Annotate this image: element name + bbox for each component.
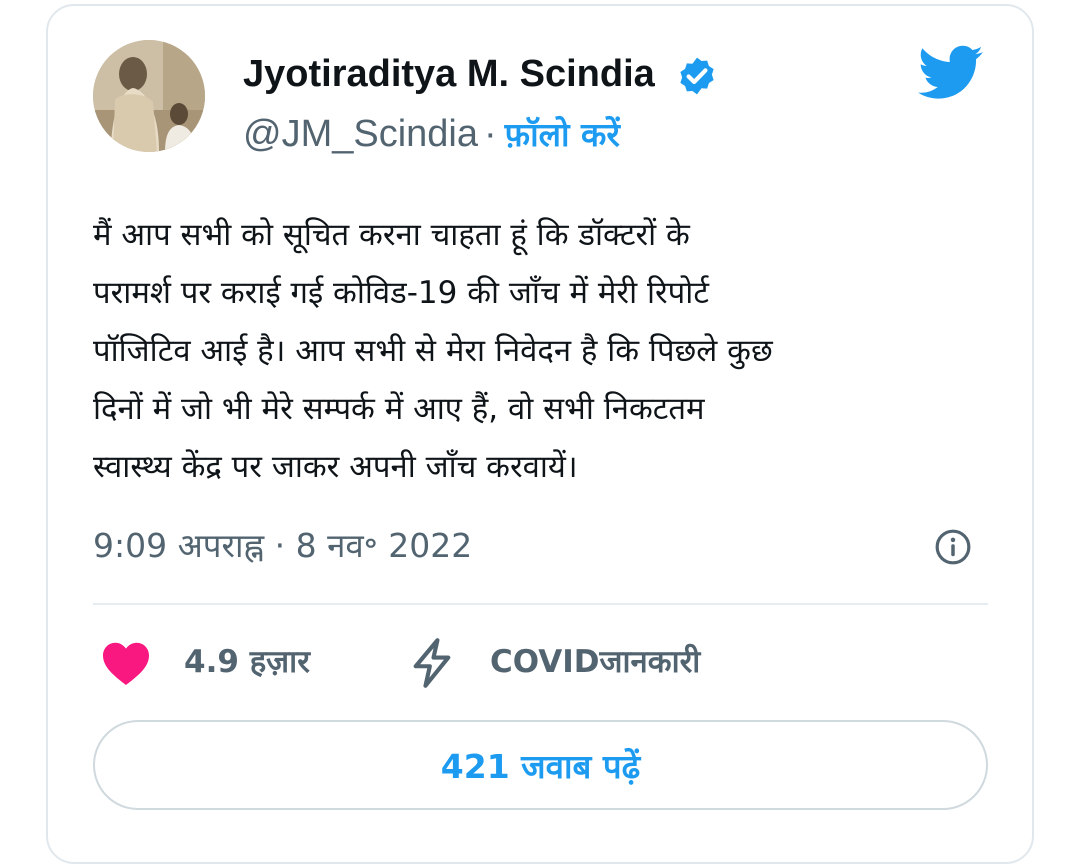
lightning-bolt-icon [413, 638, 451, 688]
twitter-bird-icon[interactable] [918, 44, 984, 102]
tweet-line: पॉजिटिव आई है। आप सभी से मेरा निवेदन है … [93, 333, 773, 369]
author-handle[interactable]: @JM_Scindia [243, 113, 478, 155]
tweet-line: मैं आप सभी को सूचित करना चाहता हूं कि डॉ… [93, 217, 690, 253]
read-replies-label: 421 जवाब पढ़ें [440, 746, 641, 786]
tweet-line: परामर्श पर कराई गई कोविड-19 की जाँच में … [93, 275, 709, 311]
author-meta: @JM_Scindia · फ़ॉलो करें [243, 110, 620, 159]
avatar-photo [93, 40, 205, 152]
verified-badge-icon [680, 57, 714, 95]
covid-topic-link[interactable]: COVIDजानकारी [490, 638, 700, 686]
avatar[interactable] [93, 40, 205, 152]
separator-dot: · [484, 113, 497, 155]
tweet-text: मैं आप सभी को सूचित करना चाहता हूं कि डॉ… [93, 206, 993, 496]
heart-icon[interactable] [100, 640, 152, 686]
tweet-line: दिनों में जो भी मेरे सम्पर्क में आए हैं,… [93, 391, 705, 427]
likes-count[interactable]: 4.9 हज़ार [184, 638, 310, 686]
follow-button[interactable]: फ़ॉलो करें [505, 115, 620, 154]
author-name[interactable]: Jyotiraditya M. Scindia [243, 50, 655, 98]
tweet-line: स्वास्थ्य केंद्र पर जाकर अपनी जाँच करवाय… [93, 449, 578, 485]
info-icon[interactable] [934, 528, 972, 566]
tweet-timestamp[interactable]: 9:09 अपराह्न · 8 नव॰ 2022 [93, 522, 472, 570]
read-replies-button[interactable]: 421 जवाब पढ़ें [93, 720, 988, 810]
divider [93, 603, 988, 605]
